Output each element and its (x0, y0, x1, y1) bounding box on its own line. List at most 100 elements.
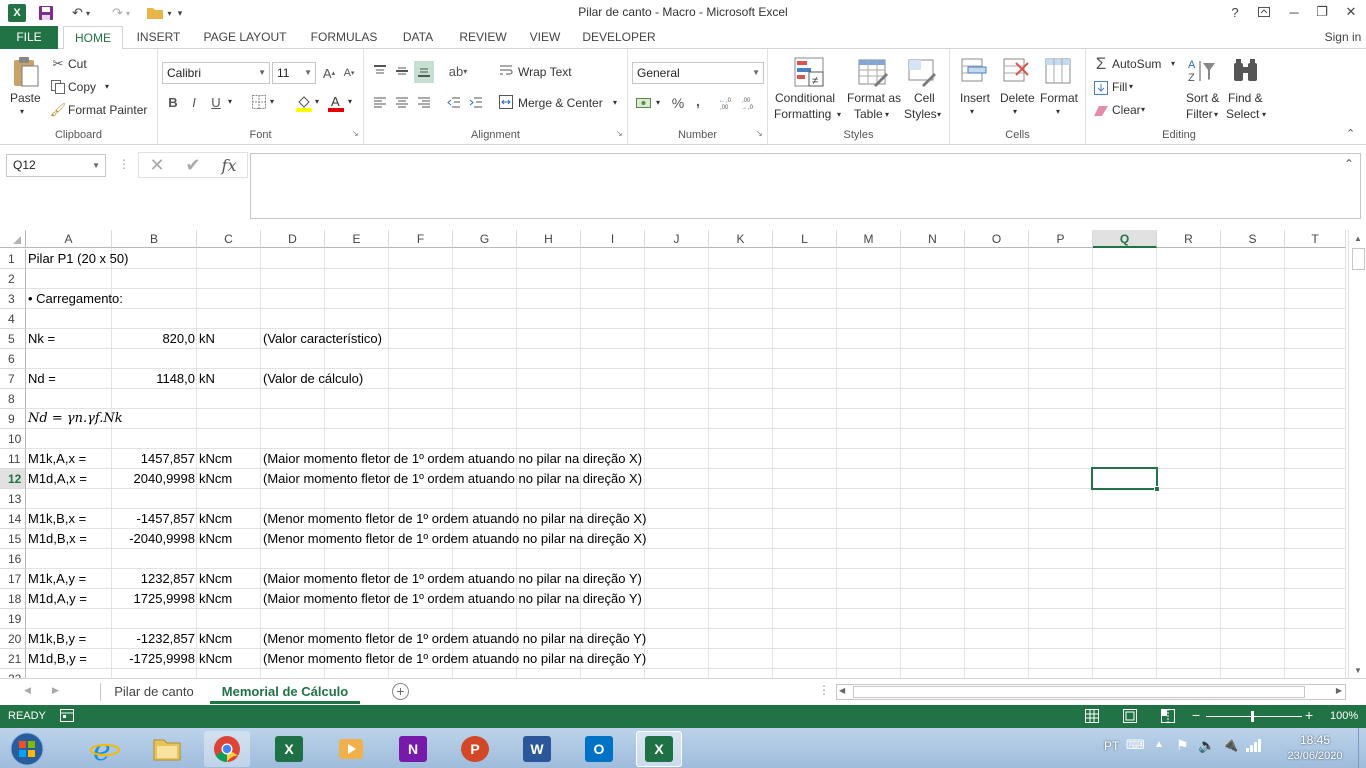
column-header-f[interactable]: F (389, 230, 453, 248)
orientation-icon[interactable]: ab ▾ (446, 61, 470, 81)
collapse-formula-bar-icon[interactable]: ⌃ (1344, 157, 1354, 171)
row-header-8[interactable]: 8 (0, 389, 26, 409)
cell-c15[interactable]: kNcm (199, 529, 232, 549)
percent-button[interactable]: % (670, 93, 686, 113)
borders-icon[interactable] (250, 92, 268, 112)
cell-styles-label-2[interactable]: Styles (904, 107, 937, 121)
cell-c7[interactable]: kN (199, 369, 215, 389)
confirm-entry-icon[interactable]: ✔ (175, 155, 211, 176)
language-indicator[interactable]: PT (1104, 739, 1119, 753)
zoom-slider-track[interactable] (1206, 716, 1302, 717)
column-header-n[interactable]: N (901, 230, 965, 248)
cell-d7[interactable]: (Valor de cálculo) (263, 369, 363, 389)
font-color-icon[interactable]: A (326, 92, 346, 114)
sort-filter-label-2[interactable]: Filter (1186, 107, 1213, 121)
fill-handle[interactable] (1154, 486, 1160, 492)
column-header-t[interactable]: T (1285, 230, 1346, 248)
row-header-17[interactable]: 17 (0, 569, 26, 589)
name-box[interactable]: Q12 ▼ (6, 154, 106, 177)
selected-cell-q12[interactable] (1091, 467, 1160, 492)
clear-dropdown-icon[interactable]: ▾ (1141, 105, 1145, 114)
clock-time[interactable]: 18:45 (1280, 733, 1350, 747)
media-player-icon[interactable] (328, 731, 374, 767)
row-header-2[interactable]: 2 (0, 269, 26, 289)
cut-button[interactable]: Cut (68, 57, 87, 71)
column-header-o[interactable]: O (965, 230, 1029, 248)
row-header-5[interactable]: 5 (0, 329, 26, 349)
cell-d11[interactable]: (Maior momento fletor de 1º ordem atuand… (263, 449, 642, 469)
format-dropdown-icon[interactable]: ▾ (1056, 107, 1060, 116)
show-hidden-icons-icon[interactable]: ▲ (1154, 739, 1164, 750)
cell-b15[interactable]: -2040,9998 (112, 529, 195, 549)
cell-a12[interactable]: M1d,A,x = (28, 469, 87, 489)
macro-recording-icon[interactable] (60, 709, 74, 725)
ribbon-display-icon[interactable] (1249, 0, 1279, 24)
row-header-14[interactable]: 14 (0, 509, 26, 529)
paste-icon[interactable] (8, 55, 42, 89)
column-header-q[interactable]: Q (1093, 230, 1157, 248)
cell-a3[interactable]: • Carregamento: (28, 289, 123, 309)
increase-font-icon[interactable]: A ▴ (320, 63, 338, 83)
column-header-h[interactable]: H (517, 230, 581, 248)
increase-indent-icon[interactable] (466, 93, 486, 113)
font-dialog-launcher-icon[interactable]: ↘ (352, 129, 359, 138)
paste-dropdown-icon[interactable]: ▾ (20, 107, 24, 116)
font-name-select[interactable]: Calibri ▼ (162, 62, 270, 84)
horizontal-scroll-thumb[interactable] (853, 686, 1305, 698)
format-as-table-label-1[interactable]: Format as (847, 91, 901, 105)
column-header-i[interactable]: I (581, 230, 645, 248)
excel-taskbar-icon[interactable]: X (266, 731, 312, 767)
column-header-p[interactable]: P (1029, 230, 1093, 248)
merge-dropdown-icon[interactable]: ▾ (613, 98, 617, 107)
insert-function-button[interactable]: fx (211, 156, 247, 175)
conditional-formatting-label-2[interactable]: Formatting (774, 107, 831, 121)
conditional-formatting-dropdown-icon[interactable]: ▾ (837, 110, 841, 119)
scroll-left-icon[interactable]: ◀ (839, 686, 845, 695)
chrome-icon[interactable] (204, 731, 250, 767)
cell-a7[interactable]: Nd = (28, 369, 56, 389)
power-icon[interactable]: 🔌 (1222, 737, 1238, 753)
wrap-text-icon[interactable] (498, 62, 514, 78)
cancel-entry-icon[interactable]: ✕ (139, 155, 175, 176)
collapse-ribbon-icon[interactable]: ⌃ (1346, 127, 1355, 140)
cell-c18[interactable]: kNcm (199, 589, 232, 609)
tab-page-layout[interactable]: PAGE LAYOUT (198, 26, 292, 49)
format-painter-icon[interactable]: 🖌 (50, 102, 67, 118)
row-header-3[interactable]: 3 (0, 289, 26, 309)
cell-b7[interactable]: 1148,0 (112, 369, 195, 389)
onenote-icon[interactable]: N (390, 731, 436, 767)
wrap-text-button[interactable]: Wrap Text (518, 65, 572, 79)
page-break-view-icon[interactable] (1161, 709, 1175, 726)
format-as-table-label-2[interactable]: Table (854, 107, 883, 121)
cell-a1[interactable]: Pilar P1 (20 x 50) (28, 249, 128, 269)
cell-d18[interactable]: (Maior momento fletor de 1º ordem atuand… (263, 589, 642, 609)
sort-filter-label-1[interactable]: Sort & (1186, 91, 1219, 105)
accounting-format-icon[interactable] (634, 93, 654, 113)
format-cells-icon[interactable] (1042, 55, 1074, 87)
align-center-icon[interactable] (392, 93, 412, 113)
scroll-right-icon[interactable]: ▶ (1336, 686, 1342, 695)
column-header-m[interactable]: M (837, 230, 901, 248)
normal-view-icon[interactable] (1085, 709, 1099, 726)
tab-home[interactable]: HOME (63, 26, 123, 50)
tab-view[interactable]: VIEW (524, 26, 566, 49)
cell-b17[interactable]: 1232,857 (112, 569, 195, 589)
cell-a15[interactable]: M1d,B,x = (28, 529, 87, 549)
cell-styles-dropdown-icon[interactable]: ▾ (937, 110, 941, 119)
clock-date[interactable]: 23/06/2020 (1275, 750, 1355, 762)
tab-insert[interactable]: INSERT (130, 26, 187, 49)
conditional-formatting-icon[interactable]: ≠ (792, 55, 826, 89)
tab-review[interactable]: REVIEW (453, 26, 513, 49)
sheet-tab-memorial-de-calculo[interactable]: Memorial de Cálculo (210, 679, 360, 704)
copy-button[interactable]: Copy (68, 80, 96, 94)
cell-a14[interactable]: M1k,B,x = (28, 509, 86, 529)
excel-active-window-icon[interactable]: X (636, 731, 682, 767)
row-header-7[interactable]: 7 (0, 369, 26, 389)
row-header-1[interactable]: 1 (0, 249, 26, 269)
decrease-decimal-icon[interactable]: ,00 → ,0 (740, 93, 760, 113)
align-right-icon[interactable] (414, 93, 434, 113)
merge-center-button[interactable]: Merge & Center (518, 96, 603, 110)
format-as-table-dropdown-icon[interactable]: ▾ (885, 110, 889, 119)
row-header-16[interactable]: 16 (0, 549, 26, 569)
cell-c14[interactable]: kNcm (199, 509, 232, 529)
